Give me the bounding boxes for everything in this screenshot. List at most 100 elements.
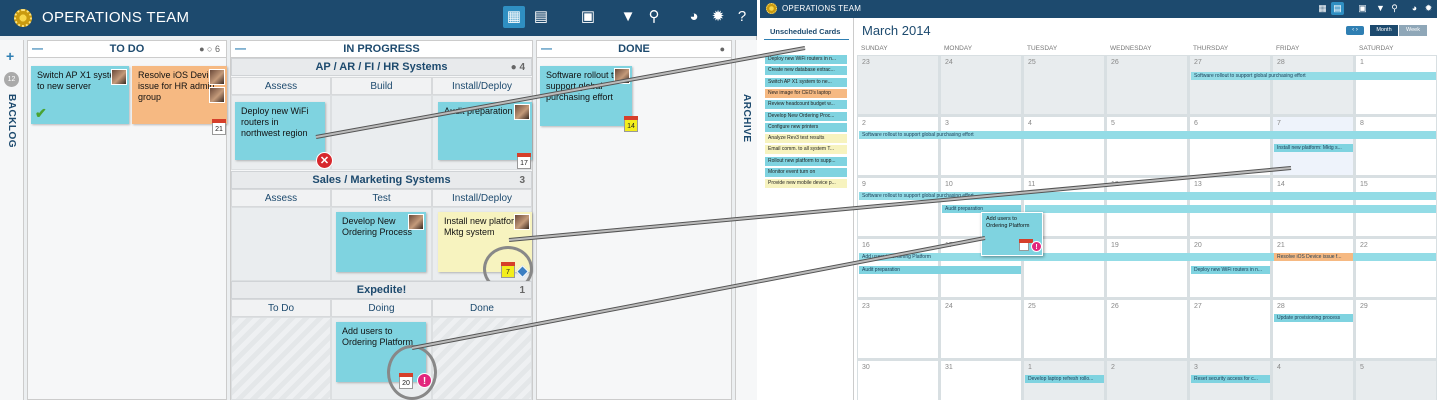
- globe-icon[interactable]: ◕: [1408, 2, 1421, 15]
- collapse-icon[interactable]: —: [235, 41, 246, 57]
- calendar-day[interactable]: 30: [857, 360, 939, 400]
- calendar-day[interactable]: 31: [940, 360, 1022, 400]
- calendar-day[interactable]: 28: [1272, 55, 1354, 115]
- dragging-card[interactable]: Add users to Ordering Platform !: [981, 212, 1043, 256]
- card-switch-ap[interactable]: Switch AP X1 system to new server ✔: [31, 66, 129, 124]
- calendar-day[interactable]: 28: [1272, 299, 1354, 359]
- unscheduled-card[interactable]: Analyze Rev3 test results: [765, 134, 847, 144]
- todo-count-value: 6: [214, 44, 220, 54]
- calendar-icon[interactable]: ▤: [530, 6, 552, 28]
- calendar-day[interactable]: 23: [857, 299, 939, 359]
- calendar-event[interactable]: Software rollout to support global purch…: [859, 192, 1436, 200]
- calendar-event[interactable]: Audit preparation: [859, 266, 1021, 274]
- calendar-day[interactable]: 23: [857, 55, 939, 115]
- calendar-day[interactable]: 22: [1355, 238, 1437, 298]
- weekday-label: TUESDAY: [1027, 45, 1058, 52]
- card-deploy-wifi[interactable]: Deploy new WiFi routers in northwest reg…: [235, 102, 325, 160]
- calendar-event[interactable]: Deploy new WiFi routers in n...: [1191, 266, 1270, 274]
- month-title: March 2014: [862, 23, 931, 38]
- collapse-icon[interactable]: —: [32, 41, 43, 57]
- gear-icon[interactable]: ✹: [1422, 2, 1435, 15]
- calendar-day[interactable]: 9: [857, 177, 939, 237]
- unscheduled-card[interactable]: Provide new mobile device p...: [765, 179, 847, 189]
- card-software-rollout[interactable]: Software rollout to support global purch…: [540, 66, 632, 126]
- calendar-day[interactable]: 8: [1355, 116, 1437, 176]
- filter-icon[interactable]: ▼: [617, 6, 639, 28]
- calendar-event[interactable]: [1025, 205, 1436, 213]
- unscheduled-card[interactable]: Email comm. to all system T...: [765, 145, 847, 155]
- calendar-day[interactable]: 29: [1355, 299, 1437, 359]
- unscheduled-card[interactable]: Switch AP X1 system to ne...: [765, 77, 847, 87]
- day-number: 13: [1194, 181, 1202, 188]
- gear-icon[interactable]: ✹: [707, 6, 729, 28]
- help-icon[interactable]: ?: [731, 6, 753, 28]
- add-backlog-icon[interactable]: +: [6, 48, 14, 64]
- day-number: 26: [1111, 59, 1119, 66]
- calendar-day[interactable]: 2: [857, 116, 939, 176]
- card-audit-prep[interactable]: Audit preparation 17: [438, 102, 532, 169]
- day-number: 28: [1277, 303, 1285, 310]
- calendar-day[interactable]: 25: [1023, 55, 1105, 115]
- sub-exp-todo: To Do: [231, 299, 331, 317]
- calendar-day[interactable]: 1: [1355, 55, 1437, 115]
- unscheduled-card[interactable]: Rollout new platform to supp...: [765, 156, 847, 166]
- calendar-day[interactable]: 24: [940, 299, 1022, 359]
- column-done: — DONE ● Software rollout to support glo…: [536, 40, 732, 400]
- calendar-day[interactable]: 27: [1189, 299, 1271, 359]
- calendar-event[interactable]: Reset security access for c...: [1191, 375, 1270, 383]
- search-icon[interactable]: ⚲: [1388, 2, 1401, 15]
- calendar-event[interactable]: Resolve iOS Device issue f...: [1274, 253, 1353, 261]
- unscheduled-card[interactable]: Develop New Ordering Proc...: [765, 111, 847, 121]
- archive-lane[interactable]: ARCHIVE: [735, 40, 757, 400]
- card-text: Resolve iOS Device issue for HR admin gr…: [138, 70, 219, 102]
- unscheduled-card[interactable]: Monitor event turn on: [765, 168, 847, 177]
- day-number: 20: [1194, 242, 1202, 249]
- calendar-day[interactable]: 3: [940, 116, 1022, 176]
- add-card-icon[interactable]: ▣: [577, 6, 599, 28]
- calendar-day[interactable]: 27: [1189, 55, 1271, 115]
- calendar-day[interactable]: 24: [940, 55, 1022, 115]
- calendar-day[interactable]: 5: [1355, 360, 1437, 400]
- calendar-day[interactable]: 2: [1106, 360, 1188, 400]
- calendar-event[interactable]: Update provisioning process: [1274, 314, 1353, 322]
- calendar-day[interactable]: 21: [1272, 238, 1354, 298]
- search-icon[interactable]: ⚲: [643, 6, 665, 28]
- unscheduled-card[interactable]: Deploy new WiFi routers in n...: [765, 55, 847, 64]
- column-inprogress-label: IN PROGRESS: [343, 43, 420, 55]
- group-ap-count: ● 4: [510, 62, 525, 73]
- group-sales: Sales / Marketing Systems 3: [231, 171, 532, 189]
- globe-icon[interactable]: ◕: [683, 6, 705, 28]
- unscheduled-card[interactable]: Create new database extrac...: [765, 66, 847, 76]
- calendar-day[interactable]: 5: [1106, 116, 1188, 176]
- calendar-event[interactable]: Software rollout to support global purch…: [859, 131, 1436, 139]
- calendar-day[interactable]: 4: [1272, 360, 1354, 400]
- view-month-button[interactable]: Month: [1370, 25, 1398, 36]
- day-number: 1: [1360, 59, 1364, 66]
- card-develop-ordering[interactable]: Develop New Ordering Process: [336, 212, 426, 272]
- card-resolve-ios[interactable]: Resolve iOS Device issue for HR admin gr…: [132, 66, 227, 135]
- calendar-date-icon: [1019, 239, 1033, 251]
- filter-icon[interactable]: ▼: [1374, 2, 1387, 15]
- board-view-icon[interactable]: ▦: [1316, 2, 1329, 15]
- calendar-day[interactable]: 6: [1189, 116, 1271, 176]
- calendar-day[interactable]: 26: [1106, 299, 1188, 359]
- avatar: [111, 69, 127, 85]
- board-view-icon[interactable]: ▦: [503, 6, 525, 28]
- month-nav-arrows[interactable]: ‹ ›: [1346, 26, 1364, 35]
- calendar-day[interactable]: 4: [1023, 116, 1105, 176]
- calendar-event[interactable]: Install new platform: Mktg s...: [1274, 144, 1353, 152]
- calendar-day[interactable]: 19: [1106, 238, 1188, 298]
- unscheduled-card[interactable]: Review headcount budget w...: [765, 100, 847, 110]
- calendar-day[interactable]: 26: [1106, 55, 1188, 115]
- calendar-event[interactable]: Develop laptop refresh rollo...: [1025, 375, 1104, 383]
- calendar-icon[interactable]: ▤: [1331, 2, 1344, 15]
- unscheduled-card[interactable]: Configure new printers: [765, 122, 847, 132]
- backlog-lane[interactable]: + 12 BACKLOG: [0, 40, 24, 400]
- unscheduled-card[interactable]: New image for CEO's laptop: [765, 88, 847, 98]
- calendar-day[interactable]: 25: [1023, 299, 1105, 359]
- collapse-icon[interactable]: —: [541, 41, 552, 57]
- calendar-app: OPERATIONS TEAM ▦ ▤ ▣ ▼ ⚲ ◕ ✹ Unschedule…: [760, 0, 1437, 400]
- view-week-button[interactable]: Week: [1399, 25, 1427, 36]
- calendar-event[interactable]: Software rollout to support global purch…: [1191, 72, 1436, 80]
- add-card-icon[interactable]: ▣: [1356, 2, 1369, 15]
